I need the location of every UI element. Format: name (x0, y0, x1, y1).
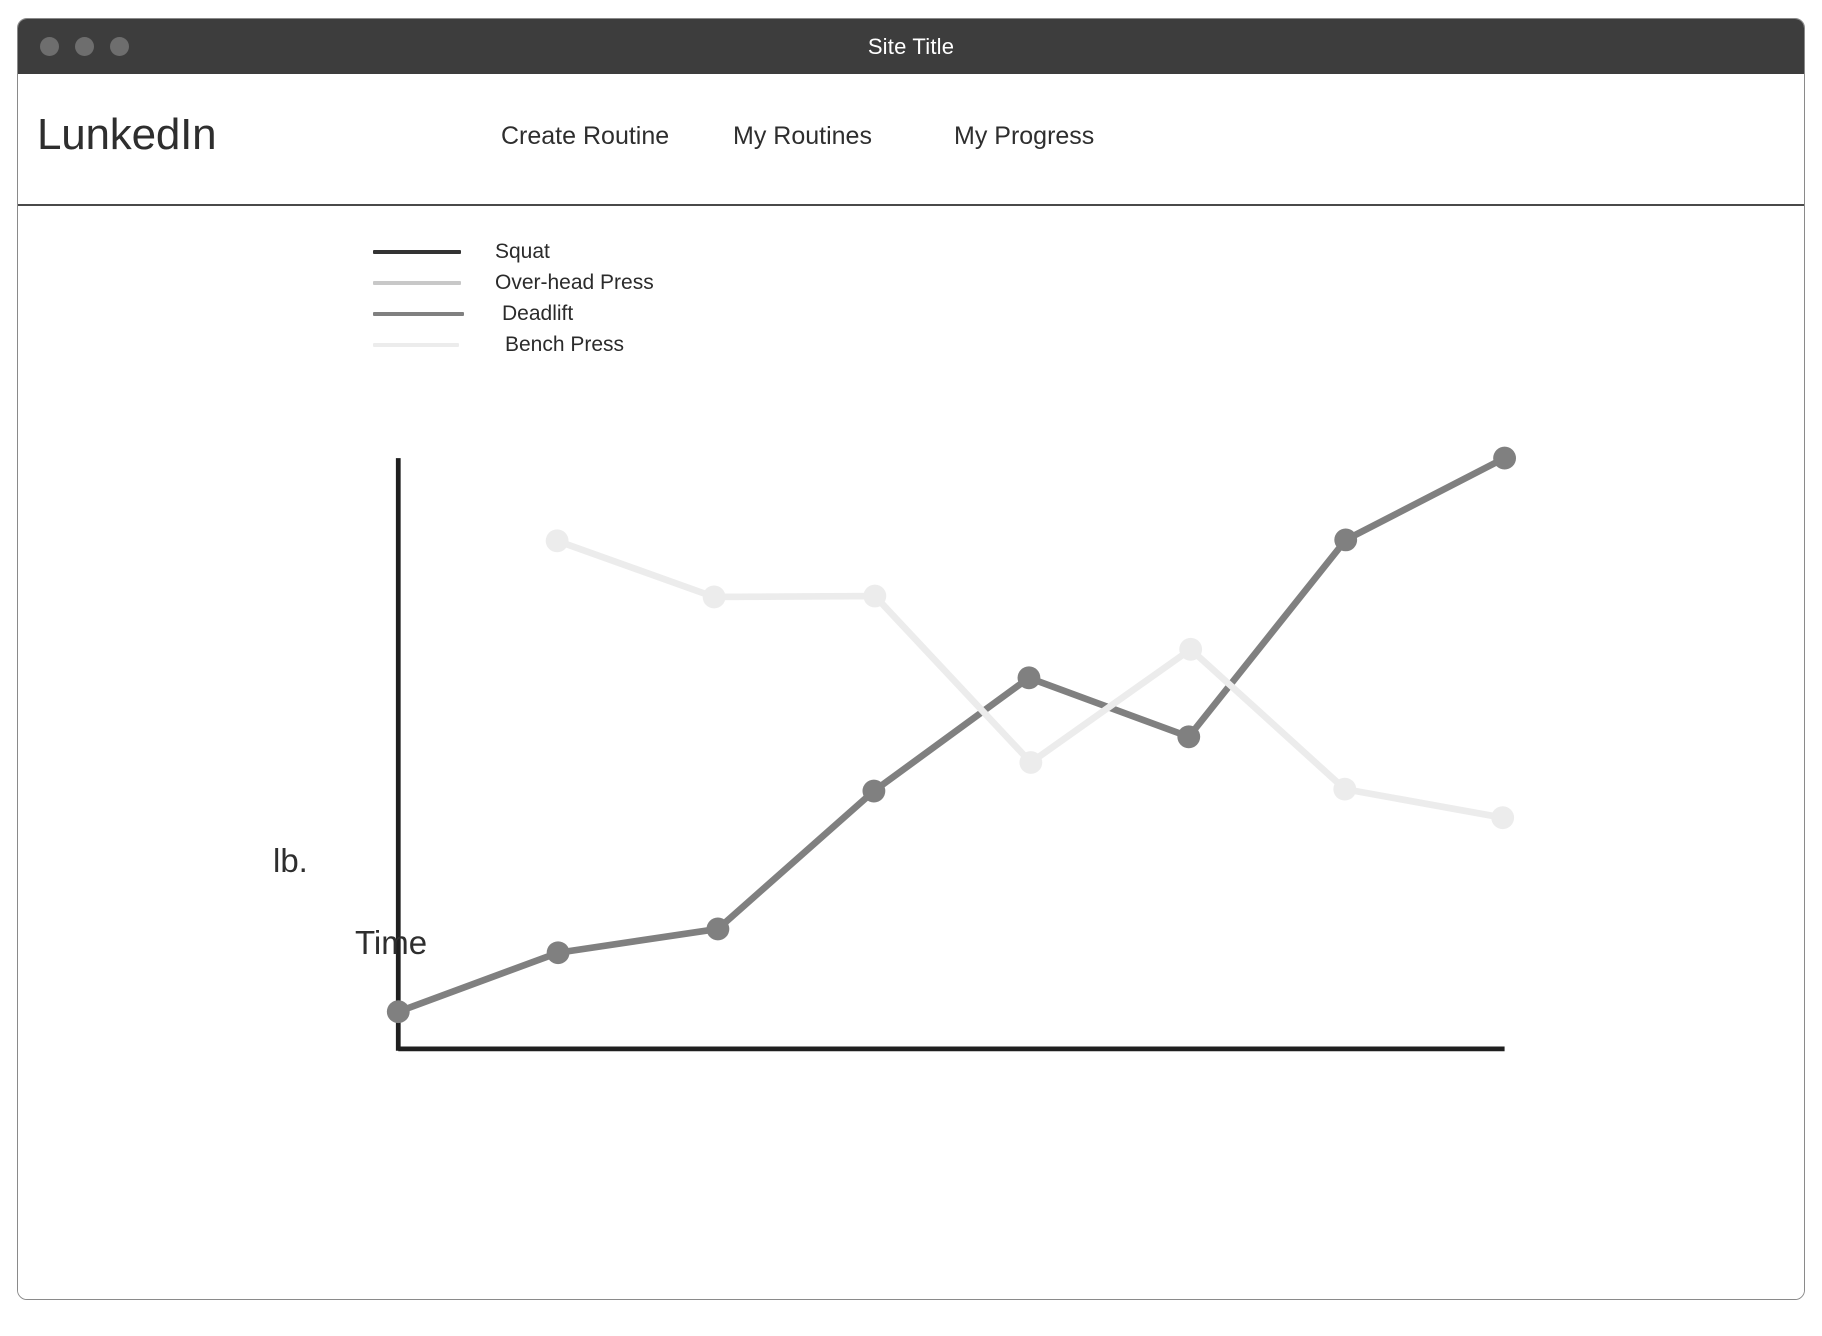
series-data-point[interactable] (1491, 806, 1515, 830)
series-data-point[interactable] (546, 941, 570, 965)
series-data-point[interactable] (1019, 751, 1043, 774)
close-dot-icon[interactable] (40, 37, 59, 56)
main-navigation: Create Routine My Routines My Progress (501, 122, 1094, 151)
nav-item-my-routines[interactable]: My Routines (733, 122, 954, 151)
browser-window: Site Title LunkedIn Create Routine My Ro… (17, 18, 1805, 1300)
series-data-point[interactable] (1179, 637, 1203, 661)
y-axis-label: lb. (273, 842, 308, 879)
series-data-point[interactable] (862, 779, 886, 803)
x-axis-label: Time (355, 924, 428, 961)
series-data-point[interactable] (706, 917, 730, 941)
maximize-dot-icon[interactable] (110, 37, 129, 56)
site-header: LunkedIn Create Routine My Routines My P… (18, 74, 1804, 206)
progress-line-chart (386, 446, 1517, 1052)
series-data-point[interactable] (1177, 725, 1201, 749)
chart-series-layer (386, 446, 1517, 1024)
minimize-dot-icon[interactable] (75, 37, 94, 56)
progress-chart-panel: Squat Over-head Press Deadlift Bench Pre… (18, 206, 1804, 1299)
series-data-point[interactable] (545, 529, 569, 553)
window-titlebar: Site Title (18, 19, 1804, 74)
window-title: Site Title (867, 33, 955, 59)
series-data-point[interactable] (863, 584, 887, 608)
app-screenshot: Site Title LunkedIn Create Routine My Ro… (0, 0, 1822, 1336)
series-data-point[interactable] (1334, 528, 1358, 552)
series-data-point[interactable] (1017, 666, 1041, 690)
window-controls (40, 19, 129, 74)
series-data-point[interactable] (702, 585, 726, 609)
series-data-point[interactable] (1333, 777, 1357, 801)
nav-item-create-routine[interactable]: Create Routine (501, 122, 733, 151)
nav-item-my-progress[interactable]: My Progress (954, 122, 1094, 151)
series-data-point[interactable] (1493, 446, 1517, 470)
series-data-point[interactable] (386, 1000, 410, 1024)
brand-logo[interactable]: LunkedIn (37, 110, 217, 160)
